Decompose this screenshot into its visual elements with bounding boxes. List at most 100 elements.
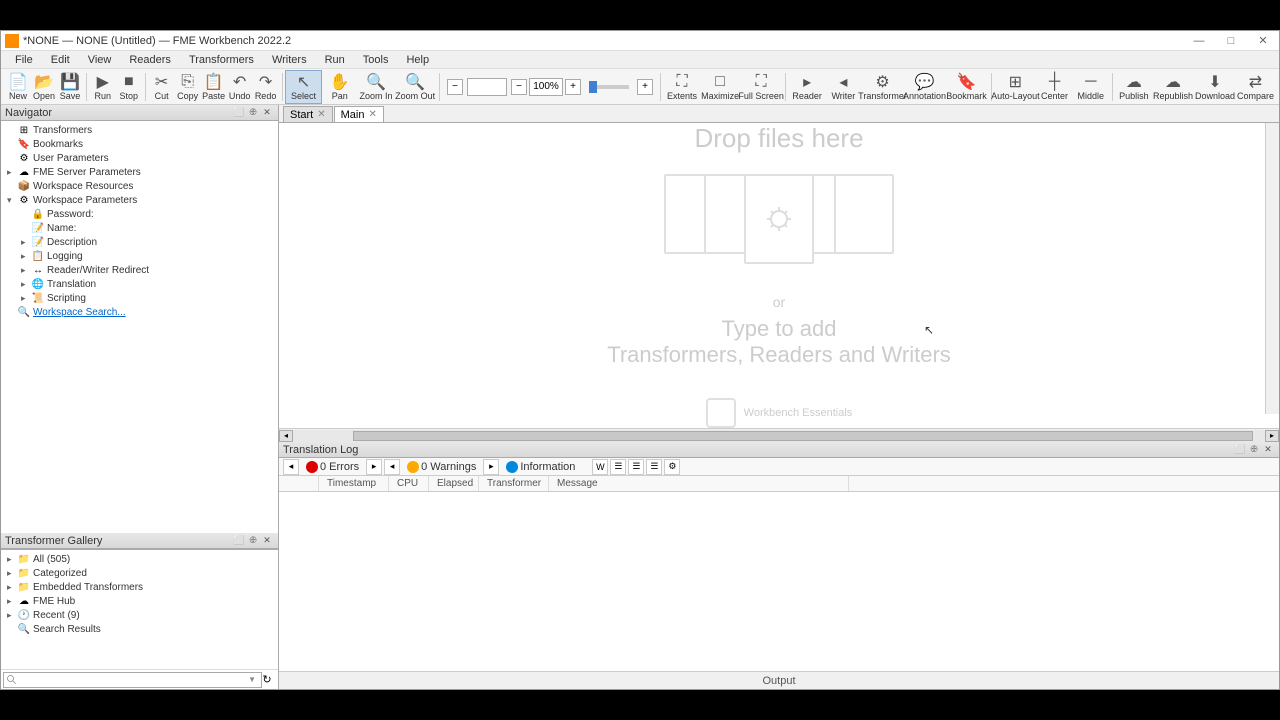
- new-button[interactable]: 📄New: [5, 70, 31, 104]
- nav-item[interactable]: ▸📝Description: [3, 235, 276, 249]
- download-button[interactable]: ⬇Download: [1194, 70, 1236, 104]
- undo-button[interactable]: ↶Undo: [227, 70, 253, 104]
- log-tool-1[interactable]: W: [592, 459, 608, 475]
- gallery-item[interactable]: ▸📁Embedded Transformers: [3, 580, 276, 594]
- transformer-button[interactable]: ⚙Transformer: [862, 70, 904, 104]
- canvas-hscroll[interactable]: ◂ ▸: [279, 428, 1279, 442]
- gallery-item[interactable]: ▸📁Categorized: [3, 566, 276, 580]
- canvas-tab-start[interactable]: Start✕: [283, 106, 333, 122]
- log-column-header[interactable]: Timestamp: [319, 476, 389, 491]
- writer-button[interactable]: ◂Writer: [825, 70, 861, 104]
- log-column-header[interactable]: Transformer: [479, 476, 549, 491]
- nav-item[interactable]: 🔍Workspace Search...: [3, 305, 276, 319]
- gallery-item[interactable]: ▸🕐Recent (9): [3, 608, 276, 622]
- log-prev-button[interactable]: ◂: [283, 459, 299, 475]
- middle-button[interactable]: ─Middle: [1073, 70, 1109, 104]
- scroll-left-button[interactable]: ◂: [279, 430, 293, 442]
- redo-button[interactable]: ↷Redo: [253, 70, 279, 104]
- log-column-header[interactable]: CPU: [389, 476, 429, 491]
- auto-layout-button[interactable]: ⊞Auto-Layout: [994, 70, 1036, 104]
- log-errors-filter[interactable]: 0 Errors: [301, 459, 364, 475]
- menu-file[interactable]: File: [7, 52, 41, 68]
- canvas-vscroll[interactable]: [1265, 123, 1279, 414]
- zoom-plus2-button[interactable]: +: [637, 79, 653, 95]
- zoom-out-button[interactable]: 🔍Zoom Out: [394, 70, 436, 104]
- log-tool-4[interactable]: ☰: [646, 459, 662, 475]
- menu-tools[interactable]: Tools: [355, 52, 397, 68]
- publish-button[interactable]: ☁Publish: [1116, 70, 1152, 104]
- cut-button[interactable]: ✂Cut: [149, 70, 175, 104]
- zoom-preset-dropdown[interactable]: [467, 78, 507, 96]
- gallery-item[interactable]: ▸☁FME Hub: [3, 594, 276, 608]
- zoom-input[interactable]: [529, 78, 563, 96]
- menu-edit[interactable]: Edit: [43, 52, 78, 68]
- navigator-undock-button[interactable]: ⬜: [232, 106, 246, 120]
- nav-item[interactable]: 🔒Password:: [3, 207, 276, 221]
- nav-item[interactable]: ▸☁FME Server Parameters: [3, 165, 276, 179]
- nav-item[interactable]: ▸🌐Translation: [3, 277, 276, 291]
- zoom-in-button[interactable]: 🔍Zoom In: [358, 70, 394, 104]
- navigator-close-button[interactable]: ✕: [260, 106, 274, 120]
- zoom-minus2-button[interactable]: −: [511, 79, 527, 95]
- close-window-button[interactable]: ✕: [1251, 33, 1275, 49]
- zoom-minus-button[interactable]: −: [447, 79, 463, 95]
- scroll-right-button[interactable]: ▸: [1265, 430, 1279, 442]
- log-tool-2[interactable]: ☰: [610, 459, 626, 475]
- log-settings-button[interactable]: ⚙: [664, 459, 680, 475]
- run-button[interactable]: ▶Run: [90, 70, 116, 104]
- nav-item[interactable]: ▸📜Scripting: [3, 291, 276, 305]
- nav-item[interactable]: 📝Name:: [3, 221, 276, 235]
- log-undock-button[interactable]: ⬜: [1233, 443, 1247, 457]
- gallery-undock-button[interactable]: ⬜: [232, 534, 246, 548]
- minimize-button[interactable]: —: [1187, 33, 1211, 49]
- navigator-pin-button[interactable]: 🕀: [246, 106, 260, 120]
- annotation-button[interactable]: 💬Annotation: [904, 70, 946, 104]
- menu-help[interactable]: Help: [398, 52, 437, 68]
- tab-close-icon[interactable]: ✕: [317, 109, 325, 120]
- nav-item[interactable]: ▸📋Logging: [3, 249, 276, 263]
- select-button[interactable]: ↖Select: [285, 70, 321, 104]
- reader-button[interactable]: ▸Reader: [789, 70, 825, 104]
- maximize-button[interactable]: □Maximize: [700, 70, 740, 104]
- gallery-item[interactable]: ▸📁All (505): [3, 552, 276, 566]
- nav-item[interactable]: 📦Workspace Resources: [3, 179, 276, 193]
- nav-item[interactable]: ⚙User Parameters: [3, 151, 276, 165]
- paste-button[interactable]: 📋Paste: [201, 70, 227, 104]
- log-info-filter[interactable]: Information: [501, 459, 580, 475]
- gallery-pin-button[interactable]: 🕀: [246, 534, 260, 548]
- menu-transformers[interactable]: Transformers: [181, 52, 262, 68]
- nav-item[interactable]: ▾⚙Workspace Parameters: [3, 193, 276, 207]
- save-button[interactable]: 💾Save: [57, 70, 83, 104]
- log-tool-3[interactable]: ☰: [628, 459, 644, 475]
- log-column-header[interactable]: [279, 476, 319, 491]
- zoom-slider[interactable]: [589, 85, 629, 89]
- full-screen-button[interactable]: ⛶Full Screen: [740, 70, 782, 104]
- log-close-button[interactable]: ✕: [1261, 443, 1275, 457]
- gallery-refresh-button[interactable]: ↻: [258, 672, 276, 688]
- menu-writers[interactable]: Writers: [264, 52, 315, 68]
- canvas-tab-main[interactable]: Main✕: [334, 106, 384, 122]
- log-column-header[interactable]: Message: [549, 476, 849, 491]
- compare-button[interactable]: ⇄Compare: [1236, 70, 1275, 104]
- open-button[interactable]: 📂Open: [31, 70, 57, 104]
- bookmark-button[interactable]: 🔖Bookmark: [946, 70, 988, 104]
- hscroll-thumb[interactable]: [353, 431, 1253, 441]
- nav-item[interactable]: ⊞Transformers: [3, 123, 276, 137]
- extents-button[interactable]: ⛶Extents: [664, 70, 700, 104]
- republish-button[interactable]: ☁Republish: [1152, 70, 1194, 104]
- menu-view[interactable]: View: [80, 52, 120, 68]
- log-column-header[interactable]: Elapsed: [429, 476, 479, 491]
- gallery-close-button[interactable]: ✕: [260, 534, 274, 548]
- copy-button[interactable]: ⎘Copy: [175, 70, 201, 104]
- log-next-error-button[interactable]: ▸: [366, 459, 382, 475]
- menu-run[interactable]: Run: [317, 52, 353, 68]
- workbench-essentials-link[interactable]: Workbench Essentials: [607, 398, 951, 428]
- nav-item[interactable]: 🔖Bookmarks: [3, 137, 276, 151]
- pan-button[interactable]: ✋Pan: [322, 70, 358, 104]
- log-pin-button[interactable]: 🕀: [1247, 443, 1261, 457]
- maximize-window-button[interactable]: □: [1219, 33, 1243, 49]
- center-button[interactable]: ┼Center: [1036, 70, 1072, 104]
- tab-close-icon[interactable]: ✕: [368, 109, 376, 120]
- gallery-item[interactable]: 🔍Search Results: [3, 622, 276, 636]
- stop-button[interactable]: ■Stop: [116, 70, 142, 104]
